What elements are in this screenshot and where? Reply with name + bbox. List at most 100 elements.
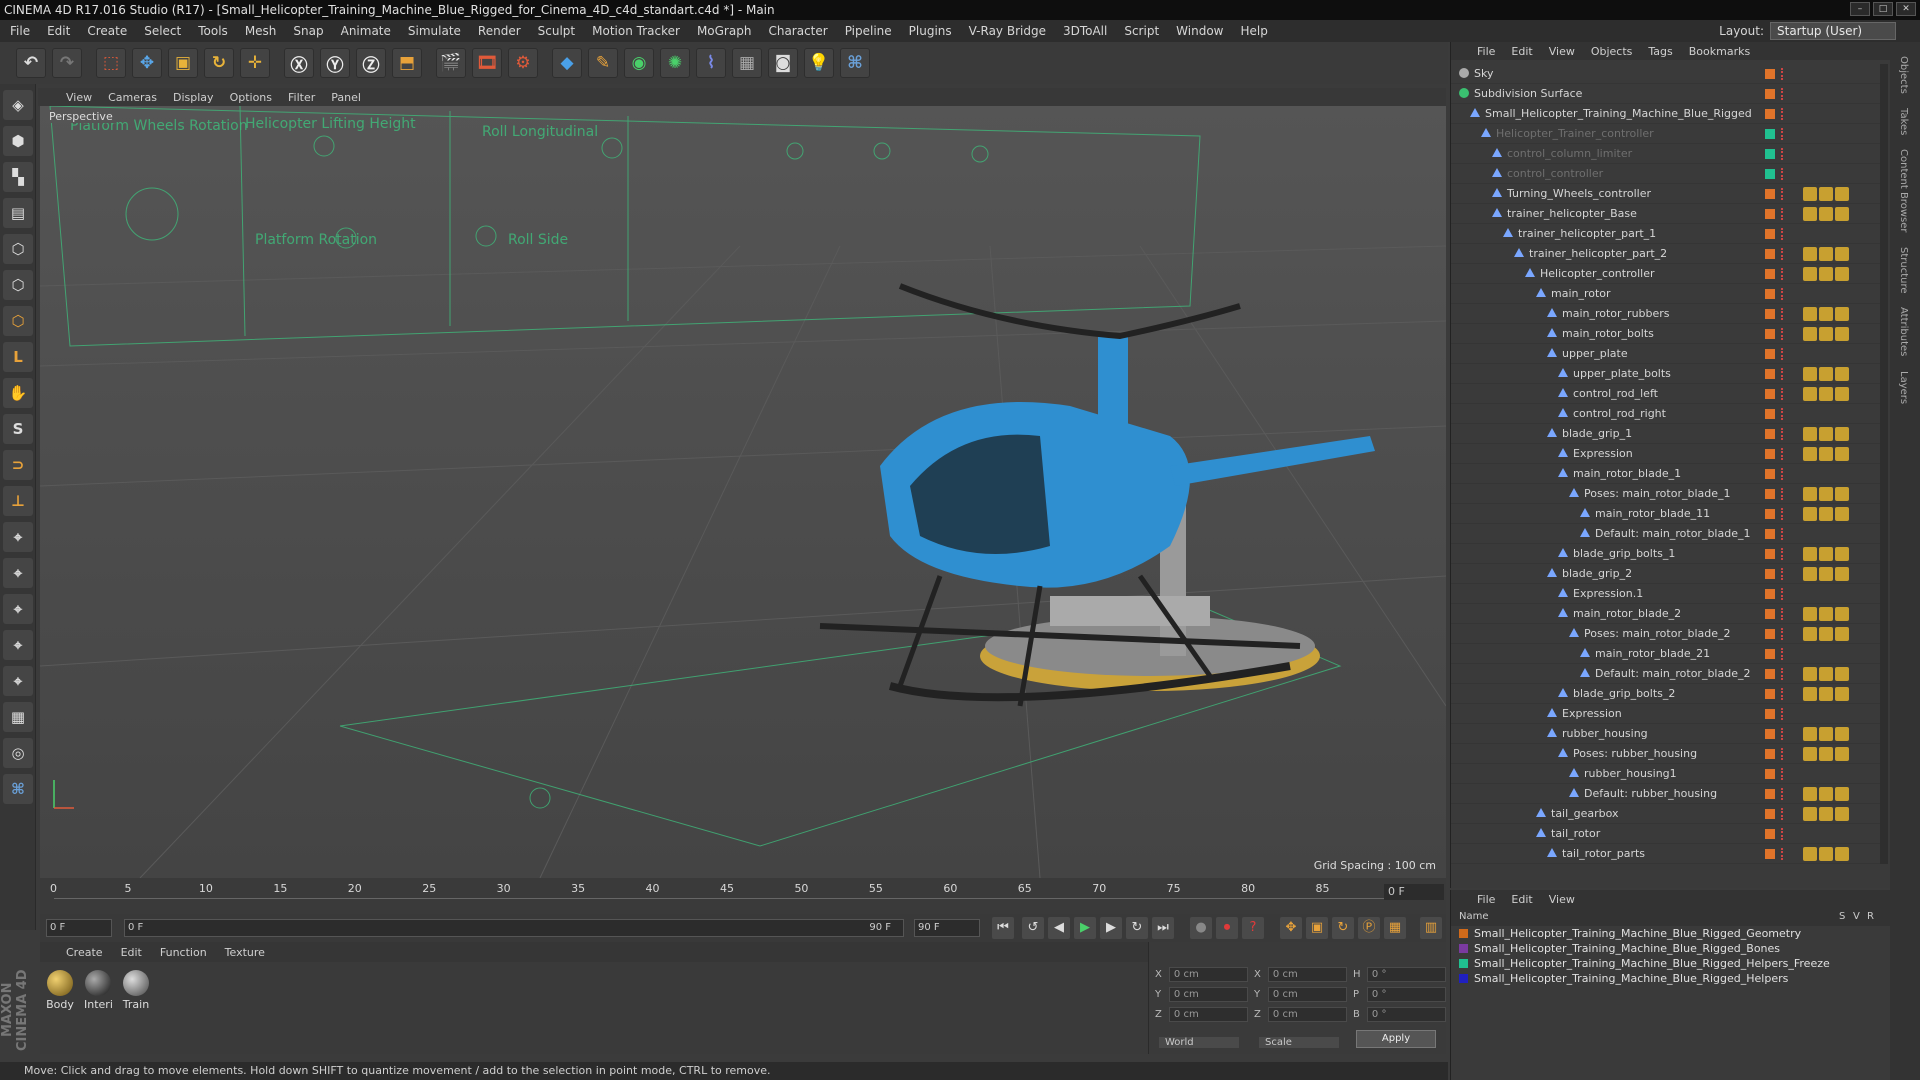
visibility-dots-icon[interactable] bbox=[1781, 728, 1785, 740]
tag-icon[interactable] bbox=[1835, 387, 1849, 401]
tab-layers[interactable]: Layers bbox=[1898, 371, 1909, 404]
object-menu-file[interactable]: File bbox=[1477, 45, 1495, 58]
grab-brush-icon[interactable]: ⌖ bbox=[3, 630, 33, 660]
object-row[interactable]: main_rotor_rubbers bbox=[1451, 304, 1881, 324]
visibility-dots-icon[interactable] bbox=[1781, 288, 1785, 300]
range-slider[interactable]: 0 F 90 F bbox=[124, 919, 904, 937]
material-menu-edit[interactable]: Edit bbox=[121, 946, 142, 959]
deformer-icon[interactable]: ⌇ bbox=[696, 48, 726, 78]
sculpt-brush-icon[interactable]: ⌖ bbox=[3, 522, 33, 552]
tag-icon[interactable] bbox=[1819, 687, 1833, 701]
object-row[interactable]: tail_gearbox bbox=[1451, 804, 1881, 824]
maximize-icon[interactable]: □ bbox=[1873, 2, 1893, 16]
rotation-h-field[interactable]: 0 ° bbox=[1366, 966, 1446, 982]
tag-icon[interactable] bbox=[1819, 627, 1833, 641]
tag-icon[interactable] bbox=[1835, 507, 1849, 521]
visibility-dots-icon[interactable] bbox=[1781, 648, 1785, 660]
layer-color-icon[interactable] bbox=[1765, 209, 1775, 219]
layer-color-icon[interactable] bbox=[1765, 389, 1775, 399]
key-rotation-icon[interactable]: ↻ bbox=[1332, 917, 1354, 939]
tag-icon[interactable] bbox=[1803, 847, 1817, 861]
material-trainer[interactable]: Train bbox=[122, 970, 150, 1011]
layer-color-icon[interactable] bbox=[1765, 589, 1775, 599]
layer-color-icon[interactable] bbox=[1765, 169, 1775, 179]
menu-help[interactable]: Help bbox=[1240, 24, 1267, 38]
edges-mode-icon[interactable]: ⬡ bbox=[3, 270, 33, 300]
layer-color-icon[interactable] bbox=[1765, 89, 1775, 99]
tag-icon[interactable] bbox=[1819, 447, 1833, 461]
timeline-ruler[interactable]: 051015202530354045505560657075808590 bbox=[50, 882, 1404, 908]
layer-color-icon[interactable] bbox=[1765, 329, 1775, 339]
tag-icon[interactable] bbox=[1803, 187, 1817, 201]
visibility-dots-icon[interactable] bbox=[1781, 828, 1785, 840]
visibility-dots-icon[interactable] bbox=[1781, 348, 1785, 360]
tag-icon[interactable] bbox=[1819, 787, 1833, 801]
close-icon[interactable]: ✕ bbox=[1896, 2, 1916, 16]
visibility-dots-icon[interactable] bbox=[1781, 208, 1785, 220]
object-row[interactable]: Helicopter_controller bbox=[1451, 264, 1881, 284]
tag-icon[interactable] bbox=[1803, 507, 1817, 521]
tag-icon[interactable] bbox=[1819, 367, 1833, 381]
tag-icon[interactable] bbox=[1835, 627, 1849, 641]
layer-color-icon[interactable] bbox=[1765, 709, 1775, 719]
layer-color-icon[interactable] bbox=[1765, 129, 1775, 139]
keyframe-selection-icon[interactable]: ? bbox=[1242, 917, 1264, 939]
tag-icon[interactable] bbox=[1803, 427, 1817, 441]
visibility-dots-icon[interactable] bbox=[1781, 688, 1785, 700]
object-row[interactable]: Default: main_rotor_blade_1 bbox=[1451, 524, 1881, 544]
layer-menu-file[interactable]: File bbox=[1477, 893, 1495, 906]
tag-icon[interactable] bbox=[1819, 547, 1833, 561]
tab-takes[interactable]: Takes bbox=[1898, 108, 1909, 135]
tag-icon[interactable] bbox=[1835, 807, 1849, 821]
object-row[interactable]: trainer_helicopter_Base bbox=[1451, 204, 1881, 224]
layer-color-icon[interactable] bbox=[1765, 669, 1775, 679]
visibility-dots-icon[interactable] bbox=[1781, 228, 1785, 240]
object-menu-edit[interactable]: Edit bbox=[1511, 45, 1532, 58]
tag-icon[interactable] bbox=[1803, 607, 1817, 621]
tag-icon[interactable] bbox=[1803, 327, 1817, 341]
visibility-dots-icon[interactable] bbox=[1781, 448, 1785, 460]
tab-attributes[interactable]: Attributes bbox=[1898, 307, 1909, 356]
object-scrollbar[interactable] bbox=[1880, 64, 1888, 864]
layer-color-icon[interactable] bbox=[1765, 69, 1775, 79]
tag-icon[interactable] bbox=[1803, 687, 1817, 701]
layer-color-icon[interactable] bbox=[1765, 489, 1775, 499]
tag-icon[interactable] bbox=[1835, 487, 1849, 501]
magnet-icon[interactable]: ⊃ bbox=[3, 450, 33, 480]
menu-motion-tracker[interactable]: Motion Tracker bbox=[592, 24, 680, 38]
layer-color-icon[interactable] bbox=[1765, 109, 1775, 119]
viewport-menu-options[interactable]: Options bbox=[230, 91, 272, 104]
tag-icon[interactable] bbox=[1819, 267, 1833, 281]
tag-icon[interactable] bbox=[1819, 567, 1833, 581]
object-row[interactable]: Small_Helicopter_Training_Machine_Blue_R… bbox=[1451, 104, 1881, 124]
material-body[interactable]: Body bbox=[46, 970, 74, 1011]
previous-key-icon[interactable]: ↺ bbox=[1022, 917, 1044, 939]
camera-icon[interactable]: ◙ bbox=[768, 48, 798, 78]
timeline-window-icon[interactable]: ▥ bbox=[1420, 917, 1442, 939]
undo-icon[interactable]: ↶ bbox=[16, 48, 46, 78]
layer-color-icon[interactable] bbox=[1765, 629, 1775, 639]
menu-create[interactable]: Create bbox=[87, 24, 127, 38]
python-script-icon[interactable]: ⌘ bbox=[3, 774, 33, 804]
axis-mode-icon[interactable]: L bbox=[3, 342, 33, 372]
visibility-dots-icon[interactable] bbox=[1781, 708, 1785, 720]
object-row[interactable]: blade_grip_1 bbox=[1451, 424, 1881, 444]
floor-scene-icon[interactable]: ▦ bbox=[732, 48, 762, 78]
visibility-dots-icon[interactable] bbox=[1781, 808, 1785, 820]
position-z-field[interactable]: 0 cm bbox=[1168, 1006, 1248, 1022]
menu-snap[interactable]: Snap bbox=[293, 24, 323, 38]
timeline[interactable]: 051015202530354045505560657075808590 0 F bbox=[40, 878, 1446, 914]
layer-color-icon[interactable] bbox=[1765, 229, 1775, 239]
tag-icon[interactable] bbox=[1819, 427, 1833, 441]
layer-color-icon[interactable] bbox=[1765, 149, 1775, 159]
tag-icon[interactable] bbox=[1835, 787, 1849, 801]
visibility-dots-icon[interactable] bbox=[1781, 768, 1785, 780]
object-row[interactable]: upper_plate_bolts bbox=[1451, 364, 1881, 384]
object-row[interactable]: trainer_helicopter_part_1 bbox=[1451, 224, 1881, 244]
object-row[interactable]: tail_rotor bbox=[1451, 824, 1881, 844]
visibility-dots-icon[interactable] bbox=[1781, 88, 1785, 100]
tag-icon[interactable] bbox=[1819, 727, 1833, 741]
make-editable-icon[interactable]: ◈ bbox=[3, 90, 33, 120]
menu-window[interactable]: Window bbox=[1176, 24, 1223, 38]
object-row[interactable]: upper_plate bbox=[1451, 344, 1881, 364]
